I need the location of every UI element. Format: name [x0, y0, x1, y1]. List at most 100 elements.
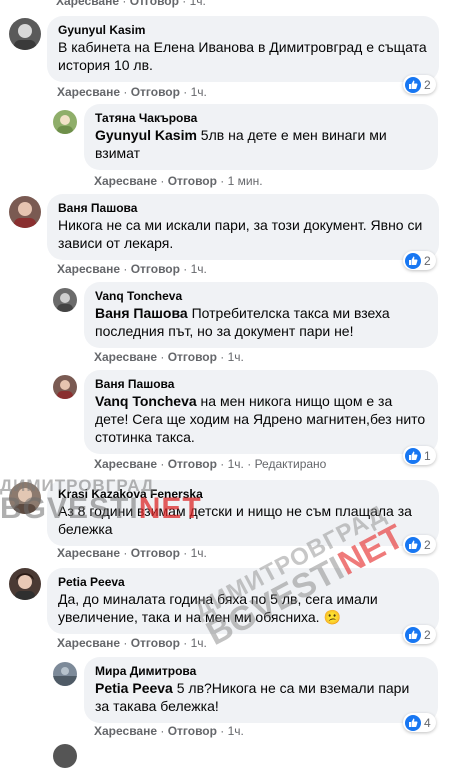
reaction-count[interactable]: 2 [403, 75, 436, 94]
like-link[interactable]: Харесване [57, 636, 120, 650]
like-link[interactable]: Харесване [57, 85, 120, 99]
comment-bubble: Gyunyul Kasim В кабинета на Елена Иванов… [47, 16, 439, 82]
reaction-number: 2 [424, 627, 431, 642]
reply-link[interactable]: Отговор [130, 0, 179, 8]
comment-actions: Харесване · Отговор · 1ч. [57, 546, 207, 560]
like-link[interactable]: Харесване [94, 457, 157, 471]
comment-author[interactable]: Ваня Пашова [58, 201, 428, 216]
reaction-number: 4 [424, 715, 431, 730]
reaction-count[interactable]: 1 [403, 446, 436, 465]
comment-time[interactable]: 1ч. [228, 350, 244, 364]
avatar[interactable] [53, 744, 77, 768]
comment-author[interactable]: Gyunyul Kasim [58, 23, 428, 38]
avatar[interactable] [53, 375, 77, 399]
previous-comment-actions: Харесване · Отговор · 1ч. [56, 0, 206, 8]
comment-text: Gyunyul Kasim 5лв на дете е мен винаги м… [95, 126, 427, 162]
comment-text: Никога не са ми искали пари, за този док… [58, 217, 423, 251]
comment-time[interactable]: 1ч. [228, 724, 244, 738]
comment-author[interactable]: Мира Димитрова [95, 664, 427, 679]
avatar[interactable] [53, 288, 77, 312]
separator: · [178, 0, 190, 8]
confused-emoji-icon: 😕 [323, 609, 341, 625]
comment-bubble: Ваня Пашова Никога не са ми искали пари,… [47, 194, 439, 260]
reply-link[interactable]: Отговор [131, 546, 180, 560]
avatar-image [14, 488, 36, 514]
reaction-count[interactable]: 4 [403, 713, 436, 732]
comment-actions: Харесване · Отговор · 1ч. [57, 262, 207, 276]
comment-text: Ваня Пашова Потребителска такса ми взеха… [95, 304, 427, 340]
comment-author[interactable]: Ваня Пашова [95, 377, 427, 392]
avatar-image [14, 202, 36, 228]
edited-label[interactable]: Редактирано [255, 457, 327, 471]
comment-text: Аз 8 години взимам детски и нищо не съм … [58, 503, 412, 537]
reply-link[interactable]: Отговор [168, 174, 217, 188]
avatar[interactable] [53, 662, 77, 686]
avatar[interactable] [9, 18, 41, 50]
comment-bubble: Мира Димитрова Petia Peeva 5 лв?Никога н… [84, 657, 438, 723]
like-link[interactable]: Харесване [94, 724, 157, 738]
like-reaction-icon [405, 252, 421, 269]
comment-author[interactable]: Vanq Toncheva [95, 289, 427, 304]
comment-actions: Харесване · Отговор · 1ч. [57, 636, 207, 650]
avatar[interactable] [53, 110, 77, 134]
avatar-image [15, 573, 35, 600]
mention-link[interactable]: Ваня Пашова [95, 305, 188, 321]
comment-time[interactable]: 1ч. [191, 262, 207, 276]
mention-link[interactable]: Gyunyul Kasim [95, 127, 197, 143]
comment-bubble: Krasi Kazakova Fenerska Аз 8 години взим… [47, 480, 439, 546]
reaction-number: 1 [424, 448, 431, 463]
comment-text: Petia Peeva 5 лв?Никога не са ми вземали… [95, 679, 427, 715]
reaction-number: 2 [424, 253, 431, 268]
separator: · [119, 0, 130, 8]
comment-time[interactable]: 1ч. [190, 0, 206, 8]
like-link[interactable]: Харесване [94, 174, 157, 188]
comment-time[interactable]: 1ч. [228, 457, 244, 471]
reply-link[interactable]: Отговор [168, 350, 217, 364]
avatar-image [57, 115, 73, 134]
comment-author[interactable]: Petia Peeva [58, 575, 428, 590]
avatar-image [57, 293, 73, 312]
like-link[interactable]: Харесване [56, 0, 119, 8]
comment-time[interactable]: 1ч. [191, 636, 207, 650]
comment-actions: Харесване · Отговор · 1 мин. [94, 174, 263, 188]
reply-link[interactable]: Отговор [168, 457, 217, 471]
reaction-count[interactable]: 2 [403, 535, 436, 554]
like-reaction-icon [405, 714, 421, 731]
comment-bubble: Petia Peeva Да, до миналата година бяха … [47, 568, 439, 634]
comment-time[interactable]: 1 мин. [228, 174, 263, 188]
like-reaction-icon [405, 626, 421, 643]
like-link[interactable]: Харесване [94, 350, 157, 364]
like-link[interactable]: Харесване [57, 546, 120, 560]
like-link[interactable]: Харесване [57, 262, 120, 276]
reaction-number: 2 [424, 537, 431, 552]
comment-actions: Харесване · Отговор · 1ч. [94, 350, 244, 364]
comment-text: Да, до миналата година бяха по 5 лв, сег… [58, 590, 428, 626]
comment-author[interactable]: Krasi Kazakova Fenerska [58, 487, 428, 502]
mention-link[interactable]: Petia Peeva [95, 680, 173, 696]
comment-author[interactable]: Татяна Чакърова [95, 111, 427, 126]
comment-actions: Харесване · Отговор · 1ч. [57, 85, 207, 99]
comment-bubble: Ваня Пашова Vanq Toncheva на мен никога … [84, 370, 438, 454]
comment-text: В кабинета на Елена Иванова в Димитровгр… [58, 39, 427, 73]
reply-link[interactable]: Отговор [131, 262, 180, 276]
avatar-image [57, 380, 73, 399]
avatar-image [14, 24, 36, 50]
comment-actions: Харесване · Отговор · 1ч. [94, 724, 244, 738]
comment-time[interactable]: 1ч. [191, 85, 207, 99]
avatar-image [53, 667, 77, 686]
comment-text: Vanq Toncheva на мен никога нищо щом е з… [95, 392, 427, 446]
reaction-count[interactable]: 2 [403, 625, 436, 644]
avatar[interactable] [9, 568, 41, 600]
like-reaction-icon [405, 76, 421, 93]
reaction-count[interactable]: 2 [403, 251, 436, 270]
reply-link[interactable]: Отговор [168, 724, 217, 738]
mention-link[interactable]: Vanq Toncheva [95, 393, 197, 409]
like-reaction-icon [405, 536, 421, 553]
avatar[interactable] [9, 196, 41, 228]
avatar[interactable] [9, 482, 41, 514]
comment-bubble: Vanq Toncheva Ваня Пашова Потребителска … [84, 282, 438, 348]
comment-actions: Харесване · Отговор · 1ч. · Редактирано [94, 457, 327, 471]
reply-link[interactable]: Отговор [131, 85, 180, 99]
reply-link[interactable]: Отговор [131, 636, 180, 650]
comment-time[interactable]: 1ч. [191, 546, 207, 560]
